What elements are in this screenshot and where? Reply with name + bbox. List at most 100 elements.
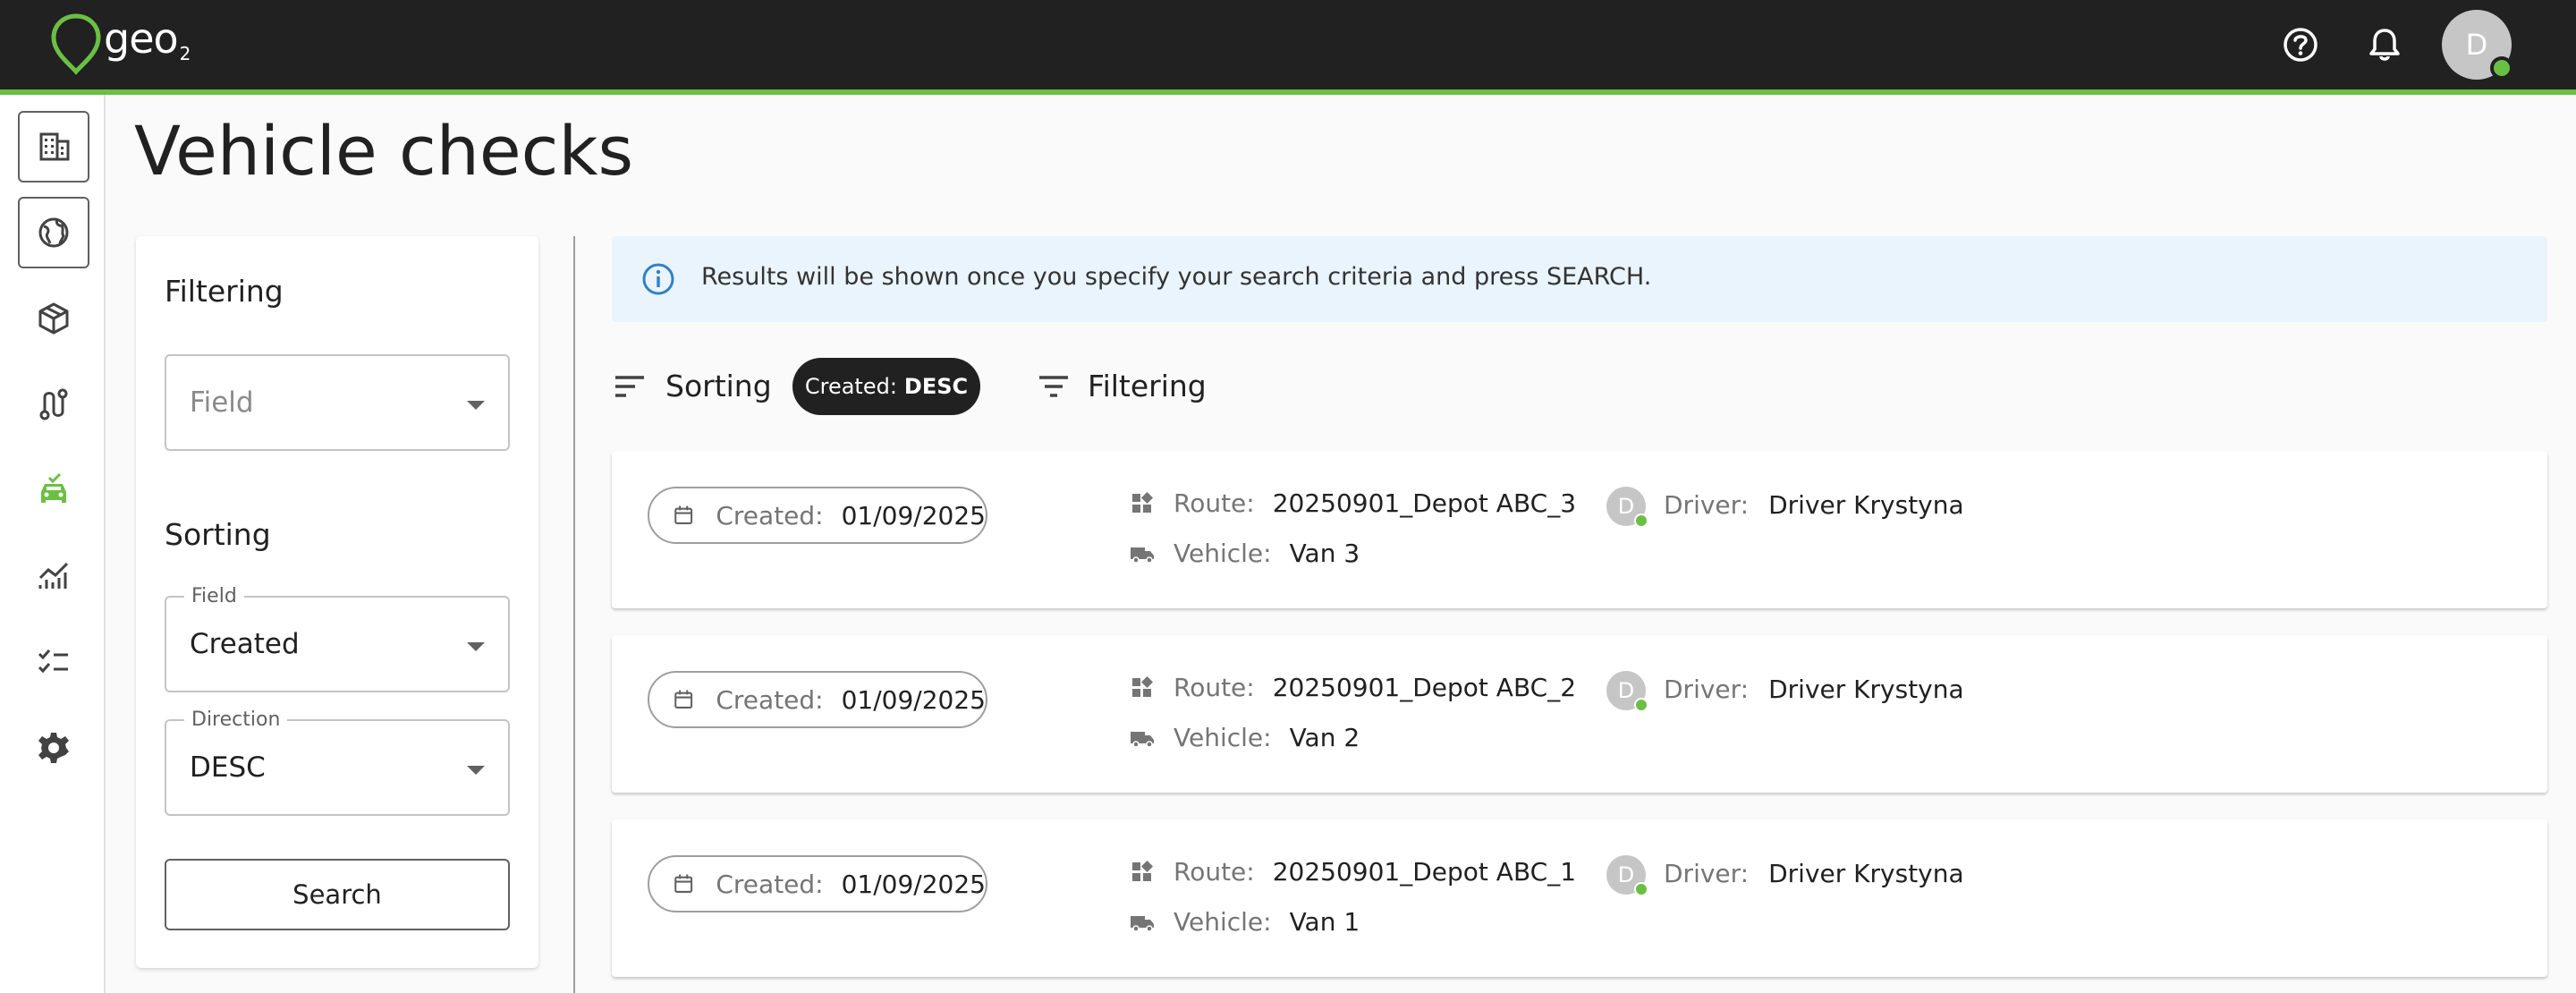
panel-divider bbox=[573, 236, 575, 993]
direction-label: Direction bbox=[184, 709, 288, 731]
filter-field-select[interactable]: Field bbox=[165, 354, 510, 451]
vehicle-info: Vehicle: Van 3 bbox=[1129, 539, 1360, 568]
info-banner: Results will be shown once you specify y… bbox=[612, 236, 2547, 322]
nav-reports[interactable] bbox=[18, 540, 89, 612]
vehicle-label: Vehicle: bbox=[1174, 539, 1272, 568]
vehicle-info: Vehicle: Van 1 bbox=[1129, 907, 1360, 937]
route-label: Route: bbox=[1174, 673, 1255, 702]
globe-icon bbox=[38, 217, 69, 248]
driver-label: Driver: bbox=[1664, 490, 1750, 520]
app-logo[interactable]: geo 2 bbox=[50, 13, 191, 75]
gear-icon bbox=[38, 733, 69, 763]
caret-down-icon bbox=[467, 642, 485, 651]
driver-value: Driver Krystyna bbox=[1768, 490, 1964, 520]
route-value: 20250901_Depot ABC_2 bbox=[1272, 673, 1577, 702]
truck-icon bbox=[1131, 731, 1154, 748]
nav-routes[interactable] bbox=[18, 369, 89, 440]
created-value: 01/09/2025 bbox=[841, 684, 986, 715]
sort-icon[interactable] bbox=[612, 369, 648, 404]
route-widget-icon bbox=[1132, 860, 1153, 881]
created-date-pill: Created: 01/09/2025 bbox=[648, 855, 987, 912]
created-value: 01/09/2025 bbox=[841, 869, 986, 899]
vehicle-value: Van 3 bbox=[1289, 539, 1360, 568]
vehicle-check-card[interactable]: Created: 01/09/2025 Route: 20250901_Depo… bbox=[612, 451, 2547, 608]
search-button[interactable]: Search bbox=[165, 859, 510, 930]
driver-label: Driver: bbox=[1664, 675, 1750, 704]
driver-label: Driver: bbox=[1664, 859, 1750, 888]
help-icon[interactable] bbox=[2281, 25, 2320, 64]
truck-icon bbox=[1131, 915, 1154, 932]
truck-icon bbox=[1131, 547, 1154, 564]
sorting-toggle[interactable]: Sorting bbox=[665, 369, 772, 403]
calendar-icon bbox=[674, 505, 693, 524]
created-label: Created: bbox=[716, 869, 824, 899]
vehicle-check-icon bbox=[41, 472, 66, 503]
driver-info: Driver: Driver Krystyna bbox=[1664, 675, 1964, 704]
direction-value: DESC bbox=[190, 751, 266, 784]
driver-avatar-initial: D bbox=[1617, 678, 1635, 703]
top-bar: geo 2 D bbox=[0, 0, 2576, 95]
driver-avatar-initial: D bbox=[1617, 862, 1635, 887]
vehicle-check-card[interactable]: Created: 01/09/2025 Route: 20250901_Depo… bbox=[612, 635, 2547, 793]
nav-settings[interactable] bbox=[18, 712, 89, 784]
route-info: Route: 20250901_Depot ABC_2 bbox=[1129, 673, 1576, 702]
route-widget-icon bbox=[1132, 675, 1153, 697]
online-status-dot bbox=[2490, 56, 2513, 80]
sort-chip-key: Created: bbox=[804, 374, 897, 399]
logo-pin-icon bbox=[51, 13, 101, 75]
info-icon bbox=[642, 263, 674, 295]
created-label: Created: bbox=[716, 684, 824, 715]
sort-direction-select[interactable]: Direction DESC bbox=[165, 709, 510, 816]
caret-down-icon bbox=[467, 766, 485, 775]
nav-map[interactable] bbox=[18, 197, 89, 268]
side-navigation bbox=[0, 95, 106, 993]
vehicle-check-card[interactable]: Created: 01/09/2025 Route: 20250901_Depo… bbox=[612, 819, 2547, 977]
checklist-icon bbox=[38, 649, 68, 674]
route-value: 20250901_Depot ABC_3 bbox=[1272, 488, 1577, 518]
driver-status-dot bbox=[1634, 513, 1648, 528]
sort-chip[interactable]: Created: DESC bbox=[792, 358, 980, 415]
filter-field-placeholder: Field bbox=[190, 386, 254, 419]
info-banner-text: Results will be shown once you specify y… bbox=[701, 263, 1652, 291]
user-avatar[interactable]: D bbox=[2442, 10, 2513, 80]
nav-orders[interactable] bbox=[18, 283, 89, 354]
created-label: Created: bbox=[716, 500, 824, 530]
driver-value: Driver Krystyna bbox=[1768, 675, 1964, 704]
filter-icon[interactable] bbox=[1036, 369, 1072, 404]
vehicle-label: Vehicle: bbox=[1174, 723, 1272, 752]
package-icon bbox=[38, 302, 69, 335]
building-icon bbox=[39, 132, 70, 161]
nav-vehicle-checks[interactable] bbox=[18, 454, 89, 526]
driver-status-dot bbox=[1634, 882, 1648, 896]
notifications-bell-icon[interactable] bbox=[2365, 25, 2404, 64]
sort-field-value: Created bbox=[190, 628, 300, 660]
driver-avatar: D bbox=[1606, 487, 1648, 528]
created-date-pill: Created: 01/09/2025 bbox=[648, 487, 987, 544]
nav-company[interactable] bbox=[18, 111, 89, 182]
filtering-toggle[interactable]: Filtering bbox=[1088, 369, 1207, 403]
route-icon bbox=[39, 388, 68, 420]
driver-avatar: D bbox=[1606, 671, 1648, 712]
vehicle-value: Van 1 bbox=[1289, 907, 1360, 937]
sorting-heading: Sorting bbox=[165, 517, 271, 552]
filter-panel: Filtering Field Sorting Field Created Di… bbox=[136, 236, 538, 968]
route-widget-icon bbox=[1132, 491, 1153, 513]
route-label: Route: bbox=[1174, 857, 1255, 887]
filtering-heading: Filtering bbox=[165, 274, 284, 309]
calendar-icon bbox=[674, 690, 693, 709]
analytics-chart-icon bbox=[38, 562, 69, 589]
nav-checklists[interactable] bbox=[18, 626, 89, 698]
driver-info: Driver: Driver Krystyna bbox=[1664, 490, 1964, 520]
driver-value: Driver Krystyna bbox=[1768, 859, 1964, 888]
sort-chip-value: DESC bbox=[903, 374, 969, 399]
vehicle-label: Vehicle: bbox=[1174, 907, 1272, 937]
created-value: 01/09/2025 bbox=[841, 500, 986, 530]
route-info: Route: 20250901_Depot ABC_3 bbox=[1129, 488, 1576, 518]
sort-field-label: Field bbox=[184, 585, 244, 607]
route-label: Route: bbox=[1174, 488, 1255, 518]
driver-status-dot bbox=[1634, 698, 1648, 712]
route-info: Route: 20250901_Depot ABC_1 bbox=[1129, 857, 1576, 887]
vehicle-value: Van 2 bbox=[1289, 723, 1360, 752]
sort-field-select[interactable]: Field Created bbox=[165, 585, 510, 692]
page-title: Vehicle checks bbox=[134, 111, 634, 191]
